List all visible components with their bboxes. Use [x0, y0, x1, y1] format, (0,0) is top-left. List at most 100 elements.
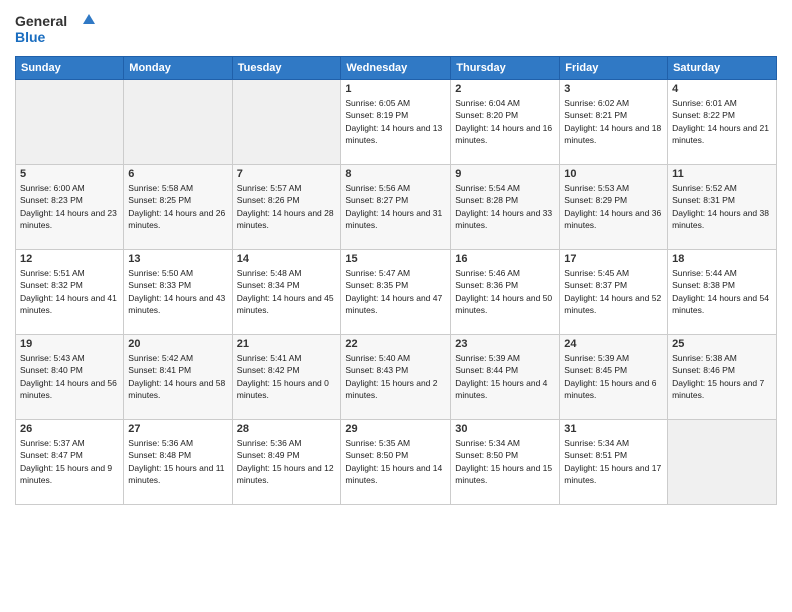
day-number: 16	[455, 253, 555, 265]
calendar-week-row: 26 Sunrise: 5:37 AMSunset: 8:47 PMDayligh…	[16, 420, 777, 505]
calendar-cell: 8 Sunrise: 5:56 AMSunset: 8:27 PMDaylight…	[341, 165, 451, 250]
calendar-cell: 18 Sunrise: 5:44 AMSunset: 8:38 PMDayligh…	[668, 250, 777, 335]
calendar-week-row: 1 Sunrise: 6:05 AMSunset: 8:19 PMDaylight…	[16, 80, 777, 165]
calendar-cell	[668, 420, 777, 505]
day-info: Sunrise: 6:05 AMSunset: 8:19 PMDaylight:…	[345, 97, 446, 146]
day-info: Sunrise: 5:46 AMSunset: 8:36 PMDaylight:…	[455, 267, 555, 316]
day-info: Sunrise: 5:52 AMSunset: 8:31 PMDaylight:…	[672, 182, 772, 231]
day-info: Sunrise: 5:41 AMSunset: 8:42 PMDaylight:…	[237, 352, 337, 401]
day-number: 10	[564, 168, 663, 180]
day-info: Sunrise: 5:44 AMSunset: 8:38 PMDaylight:…	[672, 267, 772, 316]
day-number: 12	[20, 253, 119, 265]
day-number: 30	[455, 423, 555, 435]
calendar-cell: 3 Sunrise: 6:02 AMSunset: 8:21 PMDaylight…	[560, 80, 668, 165]
day-info: Sunrise: 6:02 AMSunset: 8:21 PMDaylight:…	[564, 97, 663, 146]
day-info: Sunrise: 5:54 AMSunset: 8:28 PMDaylight:…	[455, 182, 555, 231]
calendar-cell: 17 Sunrise: 5:45 AMSunset: 8:37 PMDayligh…	[560, 250, 668, 335]
calendar-cell: 4Sunrise: 6:01 AMSunset: 8:22 PMDaylight…	[668, 80, 777, 165]
day-number: 31	[564, 423, 663, 435]
day-info: Sunrise: 5:45 AMSunset: 8:37 PMDaylight:…	[564, 267, 663, 316]
day-number: 14	[237, 253, 337, 265]
day-info: Sunrise: 5:56 AMSunset: 8:27 PMDaylight:…	[345, 182, 446, 231]
day-number: 26	[20, 423, 119, 435]
calendar-cell: 13 Sunrise: 5:50 AMSunset: 8:33 PMDayligh…	[124, 250, 232, 335]
day-number: 8	[345, 168, 446, 180]
day-info: Sunrise: 5:39 AMSunset: 8:44 PMDaylight:…	[455, 352, 555, 401]
day-number: 2	[455, 83, 555, 95]
calendar-table: SundayMondayTuesdayWednesdayThursdayFrid…	[15, 56, 777, 505]
day-number: 22	[345, 338, 446, 350]
calendar-cell: 11 Sunrise: 5:52 AMSunset: 8:31 PMDayligh…	[668, 165, 777, 250]
day-number: 21	[237, 338, 337, 350]
day-number: 25	[672, 338, 772, 350]
day-number: 15	[345, 253, 446, 265]
calendar-cell: 19 Sunrise: 5:43 AMSunset: 8:40 PMDayligh…	[16, 335, 124, 420]
calendar-cell: 15Sunrise: 5:47 AMSunset: 8:35 PMDayligh…	[341, 250, 451, 335]
day-info: Sunrise: 5:40 AMSunset: 8:43 PMDaylight:…	[345, 352, 446, 401]
calendar-cell: 2Sunrise: 6:04 AMSunset: 8:20 PMDaylight…	[451, 80, 560, 165]
day-number: 17	[564, 253, 663, 265]
day-info: Sunrise: 5:37 AMSunset: 8:47 PMDaylight:…	[20, 437, 119, 486]
page: General Blue SundayMondayTuesdayWednesda…	[0, 0, 792, 515]
day-info: Sunrise: 5:51 AMSunset: 8:32 PMDaylight:…	[20, 267, 119, 316]
weekday-header-friday: Friday	[560, 57, 668, 80]
day-info: Sunrise: 5:57 AMSunset: 8:26 PMDaylight:…	[237, 182, 337, 231]
calendar-cell: 30 Sunrise: 5:34 AMSunset: 8:50 PMDayligh…	[451, 420, 560, 505]
calendar-cell: 26 Sunrise: 5:37 AMSunset: 8:47 PMDayligh…	[16, 420, 124, 505]
day-number: 1	[345, 83, 446, 95]
calendar-cell: 25 Sunrise: 5:38 AMSunset: 8:46 PMDayligh…	[668, 335, 777, 420]
day-number: 19	[20, 338, 119, 350]
day-info: Sunrise: 5:36 AMSunset: 8:48 PMDaylight:…	[128, 437, 227, 486]
calendar-cell: 31 Sunrise: 5:34 AMSunset: 8:51 PMDayligh…	[560, 420, 668, 505]
weekday-header-tuesday: Tuesday	[232, 57, 341, 80]
day-info: Sunrise: 5:34 AMSunset: 8:51 PMDaylight:…	[564, 437, 663, 486]
day-number: 5	[20, 168, 119, 180]
weekday-header-monday: Monday	[124, 57, 232, 80]
weekday-header-saturday: Saturday	[668, 57, 777, 80]
weekday-header-sunday: Sunday	[16, 57, 124, 80]
calendar-cell: 20 Sunrise: 5:42 AMSunset: 8:41 PMDayligh…	[124, 335, 232, 420]
calendar-cell: 27 Sunrise: 5:36 AMSunset: 8:48 PMDayligh…	[124, 420, 232, 505]
day-info: Sunrise: 6:01 AMSunset: 8:22 PMDaylight:…	[672, 97, 772, 146]
calendar-cell	[232, 80, 341, 165]
calendar-cell: 12 Sunrise: 5:51 AMSunset: 8:32 PMDayligh…	[16, 250, 124, 335]
day-info: Sunrise: 5:43 AMSunset: 8:40 PMDaylight:…	[20, 352, 119, 401]
day-info: Sunrise: 5:39 AMSunset: 8:45 PMDaylight:…	[564, 352, 663, 401]
day-info: Sunrise: 5:38 AMSunset: 8:46 PMDaylight:…	[672, 352, 772, 401]
svg-text:Blue: Blue	[15, 29, 46, 45]
calendar-cell: 29Sunrise: 5:35 AMSunset: 8:50 PMDayligh…	[341, 420, 451, 505]
day-info: Sunrise: 5:48 AMSunset: 8:34 PMDaylight:…	[237, 267, 337, 316]
day-number: 11	[672, 168, 772, 180]
day-info: Sunrise: 5:42 AMSunset: 8:41 PMDaylight:…	[128, 352, 227, 401]
weekday-header-wednesday: Wednesday	[341, 57, 451, 80]
day-number: 3	[564, 83, 663, 95]
day-info: Sunrise: 5:50 AMSunset: 8:33 PMDaylight:…	[128, 267, 227, 316]
day-number: 20	[128, 338, 227, 350]
day-number: 6	[128, 168, 227, 180]
day-number: 13	[128, 253, 227, 265]
svg-text:General: General	[15, 13, 67, 29]
header: General Blue	[15, 10, 777, 48]
day-number: 18	[672, 253, 772, 265]
day-info: Sunrise: 6:00 AMSunset: 8:23 PMDaylight:…	[20, 182, 119, 231]
calendar-cell: 24 Sunrise: 5:39 AMSunset: 8:45 PMDayligh…	[560, 335, 668, 420]
calendar-cell: 10 Sunrise: 5:53 AMSunset: 8:29 PMDayligh…	[560, 165, 668, 250]
weekday-header-row: SundayMondayTuesdayWednesdayThursdayFrid…	[16, 57, 777, 80]
logo: General Blue	[15, 10, 95, 48]
calendar-cell: 1 Sunrise: 6:05 AMSunset: 8:19 PMDaylight…	[341, 80, 451, 165]
calendar-cell: 22 Sunrise: 5:40 AMSunset: 8:43 PMDayligh…	[341, 335, 451, 420]
day-info: Sunrise: 5:53 AMSunset: 8:29 PMDaylight:…	[564, 182, 663, 231]
logo-icon: General Blue	[15, 10, 95, 48]
calendar-week-row: 19 Sunrise: 5:43 AMSunset: 8:40 PMDayligh…	[16, 335, 777, 420]
weekday-header-thursday: Thursday	[451, 57, 560, 80]
calendar-cell	[124, 80, 232, 165]
day-info: Sunrise: 5:34 AMSunset: 8:50 PMDaylight:…	[455, 437, 555, 486]
calendar-cell: 7 Sunrise: 5:57 AMSunset: 8:26 PMDaylight…	[232, 165, 341, 250]
calendar-cell: 21 Sunrise: 5:41 AMSunset: 8:42 PMDayligh…	[232, 335, 341, 420]
calendar-cell: 16 Sunrise: 5:46 AMSunset: 8:36 PMDayligh…	[451, 250, 560, 335]
day-number: 24	[564, 338, 663, 350]
day-info: Sunrise: 5:36 AMSunset: 8:49 PMDaylight:…	[237, 437, 337, 486]
day-number: 27	[128, 423, 227, 435]
calendar-cell: 5 Sunrise: 6:00 AMSunset: 8:23 PMDaylight…	[16, 165, 124, 250]
day-number: 7	[237, 168, 337, 180]
